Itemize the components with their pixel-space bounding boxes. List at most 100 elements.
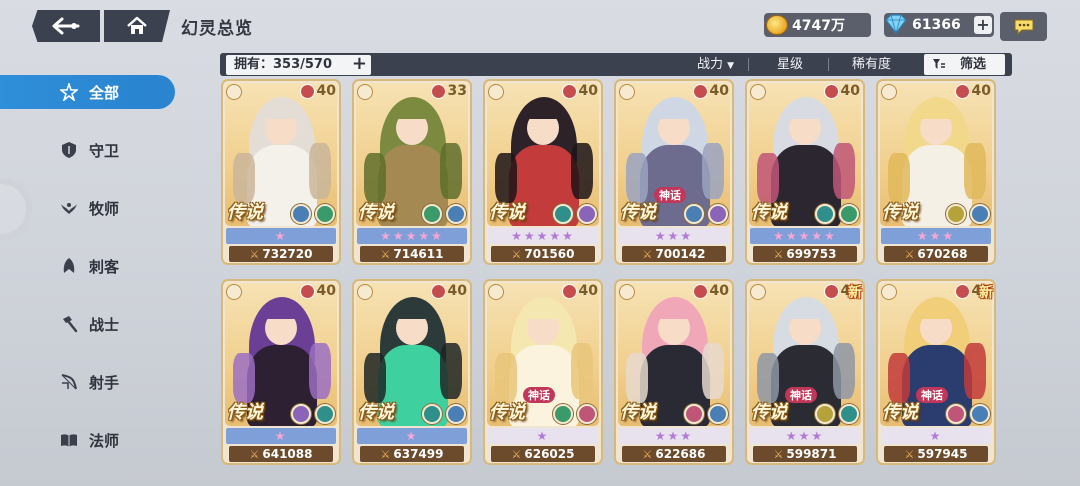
character-card[interactable]: 40 神话 传说 ★ ⚔ 597945 新 bbox=[876, 279, 996, 465]
back-button[interactable] bbox=[32, 10, 100, 42]
sidebar-item-warrior[interactable]: 战士 bbox=[0, 307, 175, 341]
star-rating: ★★★ bbox=[619, 228, 729, 244]
rarity-label: 传说 bbox=[620, 202, 656, 223]
element-icon bbox=[815, 204, 835, 224]
character-card[interactable]: 33 传说 ★★★★★ ⚔ 714611 bbox=[352, 79, 472, 265]
sidebar-item-assassin[interactable]: 刺客 bbox=[0, 249, 175, 283]
character-card[interactable]: 40 传说 ★★★ ⚔ 670268 bbox=[876, 79, 996, 265]
element-icon bbox=[839, 404, 859, 424]
bow-class-icon bbox=[488, 84, 504, 100]
character-card[interactable]: 40 传说 ★ ⚔ 641088 bbox=[221, 279, 341, 465]
combat-power-value: 700142 bbox=[655, 247, 706, 261]
character-card[interactable]: 40 传说 ★ ⚔ 637499 bbox=[352, 279, 472, 465]
rarity-label: 传说 bbox=[620, 402, 656, 423]
combat-power-value: 714611 bbox=[393, 247, 444, 261]
element-icon bbox=[291, 204, 311, 224]
myth-tag: 神话 bbox=[523, 387, 555, 403]
page-title: 幻灵总览 bbox=[181, 19, 253, 39]
new-badge: 新 bbox=[979, 285, 993, 301]
myth-tag: 神话 bbox=[785, 387, 817, 403]
rank-badge-icon bbox=[823, 83, 839, 99]
new-badge: 新 bbox=[848, 285, 862, 301]
sidebar-label: 刺客 bbox=[89, 258, 120, 276]
character-card[interactable]: 40 传说 ★★★★★ ⚔ 701560 bbox=[483, 79, 603, 265]
character-card[interactable]: 40 传说 ★★★★★ ⚔ 699753 bbox=[745, 79, 865, 265]
crossed-swords-icon: ⚔ bbox=[511, 248, 522, 261]
hammer-icon bbox=[63, 316, 78, 333]
character-card[interactable]: 40 神话 传说 ★★★ ⚔ 599871 新 bbox=[745, 279, 865, 465]
rank-badge-icon bbox=[299, 283, 315, 299]
element-icon bbox=[291, 404, 311, 424]
crossed-swords-icon: ⚔ bbox=[511, 448, 522, 461]
sort-power-button[interactable]: 战力 ▼ bbox=[697, 55, 734, 76]
chat-button[interactable] bbox=[1000, 12, 1047, 41]
combat-power: ⚔ 597945 bbox=[884, 446, 988, 462]
character-card[interactable]: 40 传说 ★★★ ⚔ 622686 bbox=[614, 279, 734, 465]
sidebar-item-priest[interactable]: 牧师 bbox=[0, 191, 175, 225]
sidebar-label: 全部 bbox=[89, 84, 120, 102]
combat-power: ⚔ 599871 bbox=[753, 446, 857, 462]
sidebar-item-mage[interactable]: 法师 bbox=[0, 423, 175, 457]
rank-badge-icon bbox=[561, 283, 577, 299]
level-indicator: 40 bbox=[299, 83, 336, 99]
star-rating: ★★★ bbox=[750, 428, 860, 444]
level-value: 40 bbox=[971, 83, 991, 99]
rank-badge-icon bbox=[299, 83, 315, 99]
combat-power: ⚔ 700142 bbox=[622, 246, 726, 262]
level-value: 40 bbox=[316, 83, 336, 99]
level-indicator: 40 bbox=[561, 283, 598, 299]
gold-currency: 4747万 bbox=[764, 13, 871, 37]
combat-power-value: 599871 bbox=[786, 447, 837, 461]
combat-power-value: 622686 bbox=[655, 447, 706, 461]
divider bbox=[748, 58, 749, 71]
filter-button[interactable]: 筛选 bbox=[924, 54, 1005, 75]
character-card[interactable]: 40 神话 传说 ★★★ ⚔ 700142 bbox=[614, 79, 734, 265]
crossed-swords-icon: ⚔ bbox=[904, 248, 915, 261]
level-value: 40 bbox=[578, 283, 598, 299]
element-icon bbox=[815, 404, 835, 424]
filter-label: 筛选 bbox=[960, 57, 987, 72]
combat-power: ⚔ 732720 bbox=[229, 246, 333, 262]
crossed-swords-icon: ⚔ bbox=[642, 248, 653, 261]
sidebar-item-archer[interactable]: 射手 bbox=[0, 365, 175, 399]
crossed-swords-icon: ⚔ bbox=[249, 248, 260, 261]
element-icon bbox=[684, 204, 704, 224]
rarity-label: 传说 bbox=[227, 402, 263, 423]
gem-currency: 61366 + bbox=[884, 13, 994, 37]
rank-badge-icon bbox=[692, 83, 708, 99]
sort-star-button[interactable]: 星级 bbox=[777, 55, 803, 74]
sidebar-item-all[interactable]: 全部 bbox=[0, 75, 175, 109]
sidebar-item-guardian[interactable]: 守卫 bbox=[0, 133, 175, 167]
element-icon bbox=[315, 404, 335, 424]
combat-power-value: 701560 bbox=[524, 247, 575, 261]
rank-badge-icon bbox=[561, 83, 577, 99]
crossed-swords-icon: ⚔ bbox=[642, 448, 653, 461]
character-card[interactable]: 40 神话 传说 ★ ⚔ 626025 bbox=[483, 279, 603, 465]
add-gems-button[interactable]: + bbox=[974, 16, 992, 34]
hammer-class-icon bbox=[357, 284, 373, 300]
combat-power-value: 637499 bbox=[393, 447, 444, 461]
level-indicator: 40 bbox=[954, 83, 991, 99]
expand-capacity-button[interactable]: + bbox=[352, 54, 367, 74]
star-rating: ★★★★★ bbox=[750, 228, 860, 244]
level-value: 40 bbox=[447, 283, 467, 299]
crossed-swords-icon: ⚔ bbox=[773, 448, 784, 461]
bow-class-icon bbox=[226, 284, 242, 300]
element-icon bbox=[553, 204, 573, 224]
combat-power: ⚔ 637499 bbox=[360, 446, 464, 462]
book-class-icon bbox=[226, 84, 242, 100]
element-icon bbox=[839, 204, 859, 224]
rarity-label: 传说 bbox=[751, 402, 787, 423]
element-icon bbox=[946, 204, 966, 224]
character-card[interactable]: 40 传说 ★ ⚔ 732720 bbox=[221, 79, 341, 265]
element-icon bbox=[446, 204, 466, 224]
star-rating: ★ bbox=[226, 428, 336, 444]
rarity-label: 传说 bbox=[882, 202, 918, 223]
myth-tag: 神话 bbox=[916, 387, 948, 403]
rank-badge-icon bbox=[692, 283, 708, 299]
sort-rarity-button[interactable]: 稀有度 bbox=[852, 55, 891, 74]
owned-count: 拥有：353/570 + bbox=[226, 54, 371, 75]
shield-icon bbox=[62, 142, 76, 158]
home-button[interactable] bbox=[104, 10, 170, 42]
crossed-swords-icon: ⚔ bbox=[904, 448, 915, 461]
